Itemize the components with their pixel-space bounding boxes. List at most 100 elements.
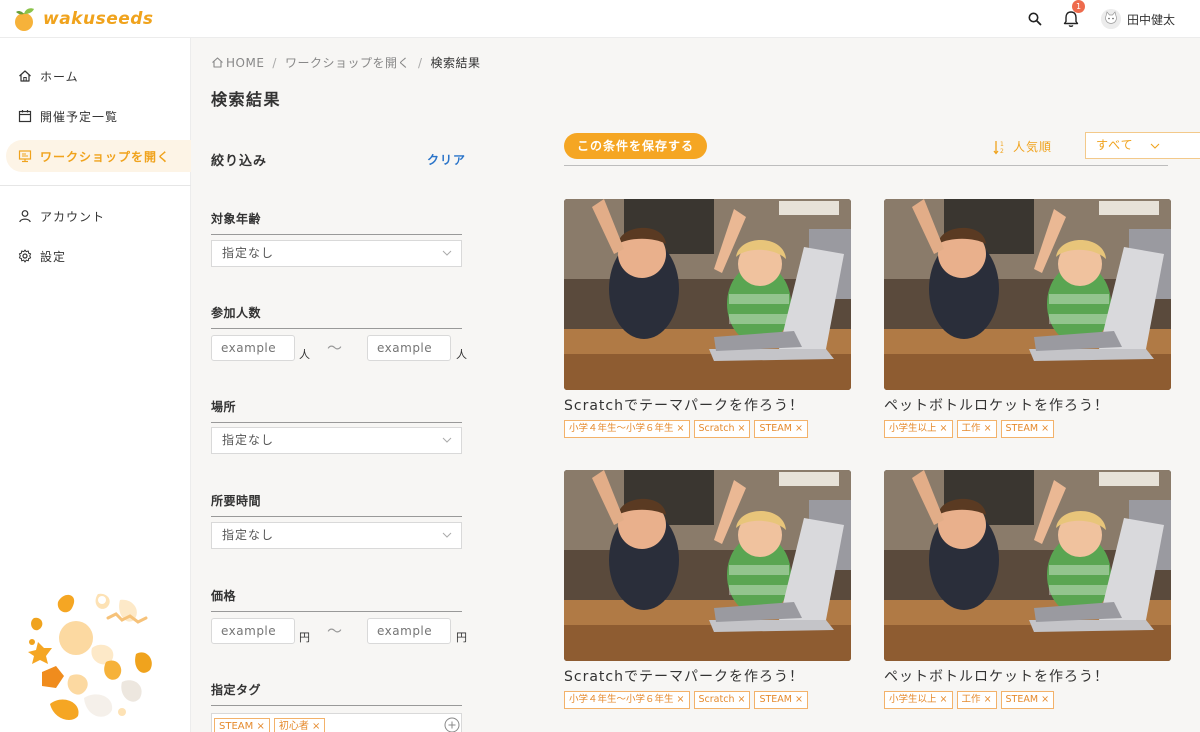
results-divider — [564, 165, 1168, 166]
chevron-down-icon — [1150, 143, 1160, 149]
tag-chip[interactable]: 小学生以上 × — [884, 691, 953, 709]
sidebar-divider — [0, 185, 191, 186]
breadcrumb: HOME / ワークショップを開く / 検索結果 — [211, 54, 481, 71]
remove-tag-icon[interactable]: × — [984, 694, 992, 705]
workshop-title[interactable]: Scratchでテーマパークを作ろう！ — [564, 666, 851, 686]
sidebar-item-open-workshop[interactable]: ワークショップを開く — [6, 140, 191, 172]
calendar-icon — [18, 110, 32, 123]
sort-icon: 1 2 — [993, 140, 1005, 155]
app-logo[interactable]: wakuseeds — [12, 6, 154, 32]
svg-text:1: 1 — [1000, 141, 1005, 148]
workshop-title[interactable]: ペットボトルロケットを作ろう！ — [884, 666, 1171, 686]
chevron-down-icon — [442, 532, 452, 538]
sidebar-item-label: 設定 — [40, 249, 67, 264]
tag-chip[interactable]: STEAM × — [754, 420, 808, 438]
breadcrumb-current: 検索結果 — [430, 56, 481, 70]
remove-tag-icon[interactable]: × — [312, 721, 320, 732]
sort-label: 人気順 — [1013, 140, 1053, 154]
range-tilde: 〜 — [327, 339, 343, 357]
workshop-card[interactable]: ペットボトルロケットを作ろう！ 小学生以上 × 工作 × STEAM × — [884, 470, 1171, 709]
top-header: wakuseeds 1 田中健太 — [0, 0, 1200, 38]
category-select-value: すべて — [1096, 138, 1134, 152]
tag-chip[interactable]: 小学４年生〜小学６年生 × — [564, 420, 690, 438]
workshop-thumbnail[interactable] — [884, 199, 1171, 390]
sidebar-item-settings[interactable]: 設定 — [6, 240, 191, 272]
price-unit: 円 — [299, 631, 310, 644]
sidebar-item-label: 開催予定一覧 — [40, 109, 119, 124]
price-max-input[interactable] — [367, 618, 451, 644]
remove-tag-icon[interactable]: × — [738, 423, 746, 434]
tag-chip[interactable]: STEAM × — [1000, 420, 1055, 438]
user-icon — [19, 210, 31, 223]
search-icon[interactable] — [1027, 11, 1043, 27]
participants-max-input[interactable] — [367, 335, 451, 361]
user-name[interactable]: 田中健太 — [1127, 11, 1175, 28]
tag-chip[interactable]: Scratch × — [693, 420, 751, 438]
price-unit: 円 — [456, 631, 467, 644]
remove-tag-icon[interactable]: × — [795, 423, 803, 434]
sidebar-item-label: ホーム — [40, 69, 79, 84]
workshop-card[interactable]: ペットボトルロケットを作ろう！ 小学生以上 × 工作 × STEAM × — [884, 199, 1171, 438]
tag-chip[interactable]: 小学４年生〜小学６年生 × — [564, 691, 690, 709]
location-select-value: 指定なし — [222, 433, 275, 447]
remove-tag-icon[interactable]: × — [940, 423, 948, 434]
workshop-title[interactable]: Scratchでテーマパークを作ろう！ — [564, 395, 851, 415]
remove-tag-icon[interactable]: × — [940, 694, 948, 705]
logo-text: wakuseeds — [43, 9, 154, 29]
sidebar-item-home[interactable]: ホーム — [6, 60, 191, 92]
sidebar-item-account[interactable]: アカウント — [6, 200, 191, 232]
category-select[interactable]: すべて — [1085, 132, 1200, 159]
save-conditions-button[interactable]: この条件を保存する — [564, 133, 707, 159]
workshop-thumbnail[interactable] — [564, 199, 851, 390]
workshop-card[interactable]: Scratchでテーマパークを作ろう！ 小学４年生〜小学６年生 × Scratch… — [564, 199, 851, 438]
logo-icon — [15, 8, 34, 31]
clear-filters-link[interactable]: クリア — [427, 151, 466, 168]
workshop-thumbnail[interactable] — [884, 470, 1171, 661]
participants-min-input[interactable] — [211, 335, 295, 361]
remove-tag-icon[interactable]: × — [738, 694, 746, 705]
location-select[interactable]: 指定なし — [211, 427, 462, 454]
avatar[interactable] — [1101, 9, 1121, 29]
workshop-thumbnail[interactable] — [564, 470, 851, 661]
location-filter-label: 場所 — [211, 398, 462, 423]
age-filter-label: 対象年齢 — [211, 210, 462, 235]
duration-select[interactable]: 指定なし — [211, 522, 462, 549]
workshop-title[interactable]: ペットボトルロケットを作ろう！ — [884, 395, 1171, 415]
participants-unit: 人 — [299, 348, 310, 361]
seeds-illustration — [28, 593, 152, 720]
remove-tag-icon[interactable]: × — [677, 694, 685, 705]
remove-tag-icon[interactable]: × — [677, 423, 685, 434]
sort-button[interactable]: 1 2 人気順 — [993, 138, 1052, 155]
tag-chip[interactable]: STEAM × — [214, 718, 270, 732]
chevron-down-icon — [442, 437, 452, 443]
tag-chip[interactable]: 小学生以上 × — [884, 420, 953, 438]
tag-chip[interactable]: 初心者 × — [273, 718, 326, 732]
remove-tag-icon[interactable]: × — [795, 694, 803, 705]
tag-chip[interactable]: 工作 × — [956, 420, 997, 438]
age-select[interactable]: 指定なし — [211, 240, 462, 267]
notification-badge: 1 — [1072, 0, 1085, 13]
sidebar-item-schedule[interactable]: 開催予定一覧 — [6, 100, 191, 132]
breadcrumb-home[interactable]: HOME — [226, 56, 264, 70]
participants-unit: 人 — [456, 348, 467, 361]
tag-filter-label: 指定タグ — [211, 681, 462, 706]
age-select-value: 指定なし — [222, 246, 275, 260]
add-tag-icon[interactable] — [444, 717, 460, 732]
remove-tag-icon[interactable]: × — [256, 721, 264, 732]
duration-select-value: 指定なし — [222, 528, 275, 542]
remove-tag-icon[interactable]: × — [984, 423, 992, 434]
remove-tag-icon[interactable]: × — [1041, 423, 1049, 434]
tag-chip[interactable]: STEAM × — [1000, 691, 1055, 709]
tag-chip[interactable]: STEAM × — [754, 691, 808, 709]
remove-tag-icon[interactable]: × — [1041, 694, 1049, 705]
tag-input[interactable]: STEAM × 初心者 × — [211, 713, 462, 732]
breadcrumb-separator: / — [417, 55, 423, 70]
home-icon — [19, 70, 31, 82]
breadcrumb-open-workshop[interactable]: ワークショップを開く — [285, 54, 410, 71]
price-filter-label: 価格 — [211, 587, 462, 612]
home-icon — [212, 57, 223, 68]
tag-chip[interactable]: 工作 × — [956, 691, 997, 709]
price-min-input[interactable] — [211, 618, 295, 644]
workshop-card[interactable]: Scratchでテーマパークを作ろう！ 小学４年生〜小学６年生 × Scratch… — [564, 470, 851, 709]
tag-chip[interactable]: Scratch × — [693, 691, 751, 709]
